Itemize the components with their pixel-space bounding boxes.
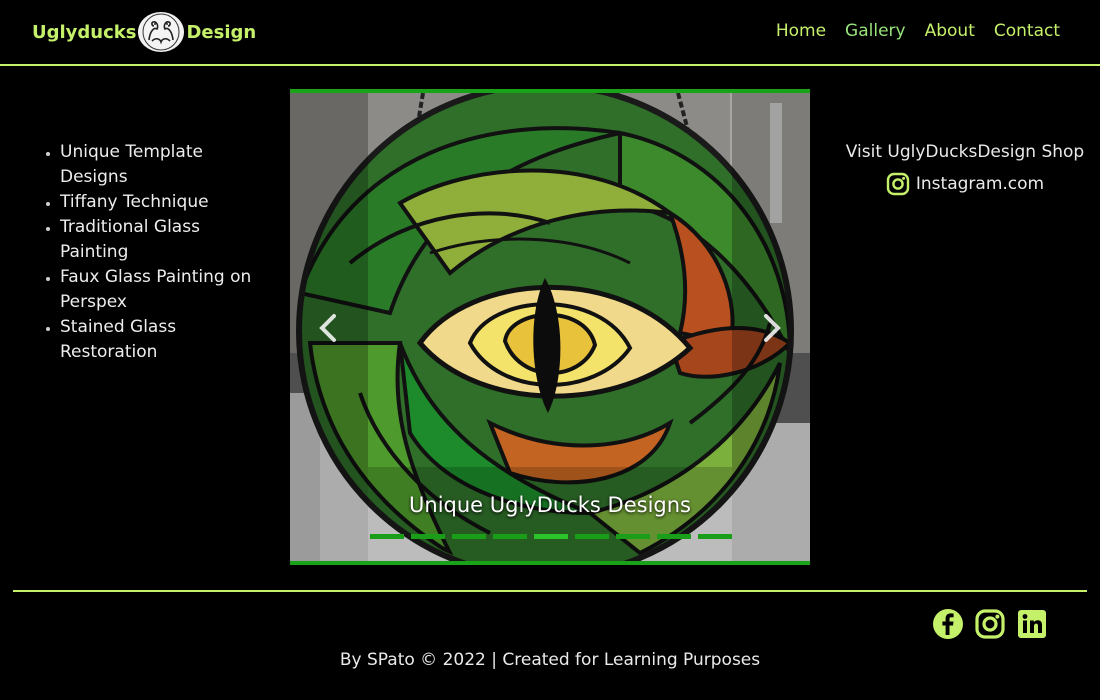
brand-logo[interactable]: Uglyducks Design <box>32 12 256 52</box>
linkedin-icon[interactable] <box>1016 608 1048 640</box>
carousel-indicators <box>370 534 732 539</box>
social-links <box>932 608 1048 640</box>
facebook-icon[interactable] <box>932 608 964 640</box>
carousel-indicator[interactable] <box>657 534 691 539</box>
carousel-indicator[interactable] <box>493 534 527 539</box>
site-header: Uglyducks Design Home Gallery About Cont… <box>0 0 1100 66</box>
brand-name-right: Design <box>186 21 257 43</box>
service-item: Unique Template Designs <box>60 140 268 190</box>
carousel-indicator[interactable] <box>411 534 445 539</box>
carousel-indicator[interactable] <box>616 534 650 539</box>
brand-name-left: Uglyducks <box>32 21 137 43</box>
chevron-right-icon[interactable] <box>756 308 786 348</box>
carousel-indicator[interactable] <box>370 534 404 539</box>
services-list: Unique Template Designs Tiffany Techniqu… <box>38 140 268 365</box>
nav-about[interactable]: About <box>925 21 975 41</box>
instagram-link-label: Instagram.com <box>915 174 1045 194</box>
gallery-carousel[interactable]: Unique UglyDucks Designs <box>290 89 810 565</box>
service-item: Faux Glass Painting on Perspex <box>60 265 268 315</box>
instagram-link[interactable]: Instagram.com <box>845 172 1085 196</box>
nav-gallery[interactable]: Gallery <box>845 21 906 41</box>
carousel-indicator[interactable] <box>452 534 486 539</box>
service-item: Stained Glass Restoration <box>60 315 268 365</box>
service-item: Traditional Glass Painting <box>60 215 268 265</box>
service-item: Tiffany Technique <box>60 190 268 215</box>
instagram-icon[interactable] <box>974 608 1006 640</box>
instagram-icon <box>886 172 910 196</box>
chevron-left-icon[interactable] <box>314 308 344 348</box>
nav-contact[interactable]: Contact <box>994 21 1060 41</box>
main-nav: Home Gallery About Contact <box>776 21 1060 41</box>
carousel-indicator[interactable] <box>575 534 609 539</box>
nav-home[interactable]: Home <box>776 21 826 41</box>
carousel-indicator[interactable] <box>534 534 568 539</box>
footer-divider <box>13 590 1087 592</box>
shop-panel: Visit UglyDucksDesign Shop Instagram.com <box>845 142 1085 196</box>
carousel-indicator[interactable] <box>698 534 732 539</box>
copyright-text: By SPato © 2022 | Created for Learning P… <box>339 650 761 670</box>
duck-logo-icon <box>138 12 185 52</box>
carousel-caption: Unique UglyDucks Designs <box>409 493 691 517</box>
shop-title: Visit UglyDucksDesign Shop <box>845 142 1085 162</box>
